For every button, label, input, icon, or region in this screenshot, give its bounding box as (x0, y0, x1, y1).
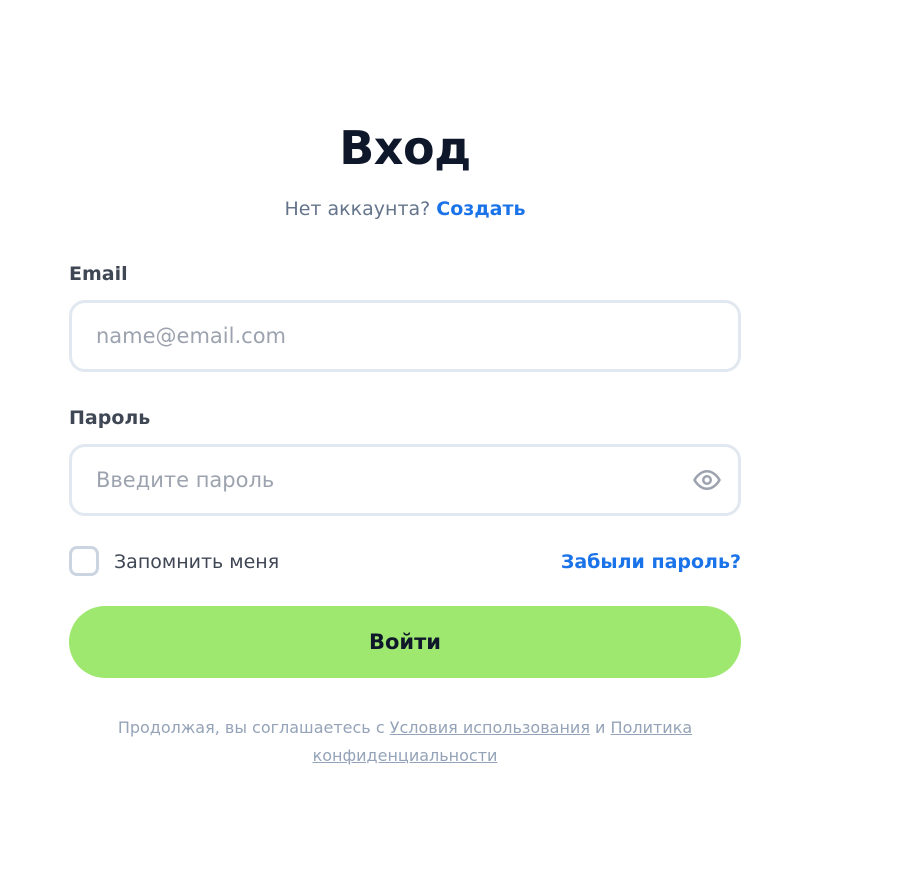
email-field[interactable] (96, 303, 676, 369)
email-label: Email (69, 263, 128, 285)
page-title: Вход (339, 121, 471, 175)
forgot-password-link[interactable]: Забыли пароль? (561, 549, 741, 575)
password-label: Пароль (69, 407, 151, 429)
terms-prefix: Продолжая, вы соглашаетесь с (117, 718, 385, 737)
login-button[interactable]: Войти (69, 606, 741, 678)
terms-conjunction: и (595, 718, 606, 737)
remember-checkbox[interactable] (69, 546, 99, 576)
terms-of-use-link[interactable]: Условия использования (390, 718, 590, 737)
signup-prompt: Нет аккаунта? Создать (69, 196, 741, 222)
email-field-wrapper (69, 300, 741, 372)
password-field-wrapper (69, 444, 741, 516)
no-account-text: Нет аккаунта? (284, 198, 431, 220)
terms-notice: Продолжая, вы соглашаетесь с Условия исп… (99, 714, 711, 770)
remember-label[interactable]: Запомнить меня (114, 549, 279, 575)
password-field[interactable] (96, 447, 676, 513)
remember-row: Запомнить меня Забыли пароль? (69, 546, 741, 578)
login-page: Вход Нет аккаунта? Создать Email Пароль … (0, 0, 906, 895)
create-account-link[interactable]: Создать (436, 198, 525, 220)
eye-icon[interactable] (692, 465, 722, 495)
